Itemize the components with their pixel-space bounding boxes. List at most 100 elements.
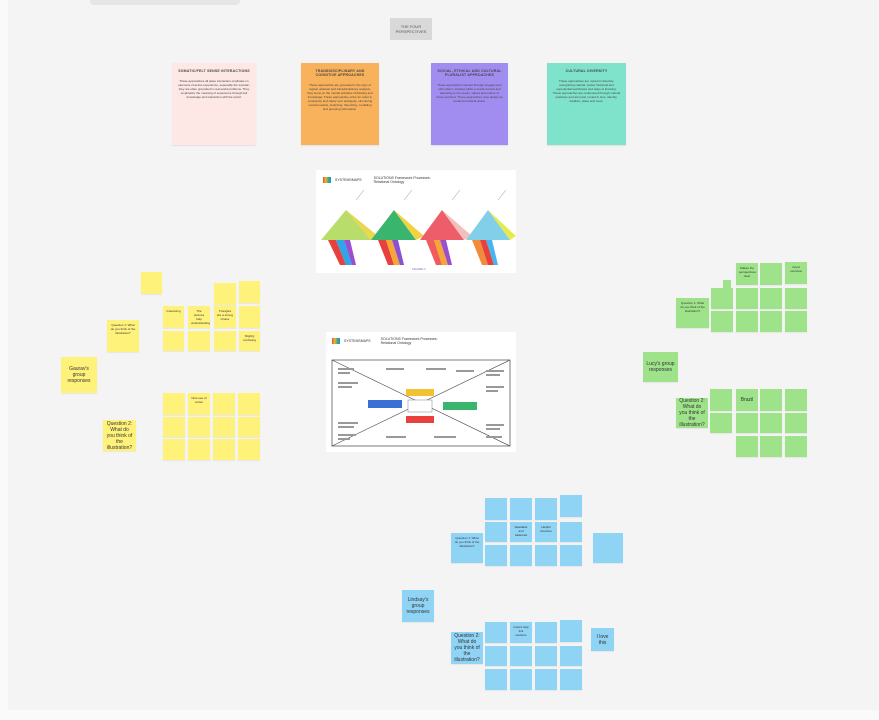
perspective-title: SOCIAL, ETHICAL AND CULTURAL PLURALIST A… — [437, 69, 502, 77]
sticky-note[interactable] — [785, 413, 807, 433]
sticky-note[interactable] — [560, 522, 582, 542]
sticky-note[interactable] — [535, 545, 557, 566]
board-title[interactable]: THE FOUR PERSPECTIVES — [390, 18, 432, 40]
sticky-note[interactable] — [238, 417, 260, 437]
pyramids-illustration — [321, 189, 516, 265]
sticky-note[interactable]: Good overview — [785, 262, 807, 284]
sticky-note[interactable] — [141, 272, 162, 294]
sticky-note[interactable] — [163, 439, 185, 460]
sticky-note[interactable] — [560, 669, 582, 690]
sticky-note[interactable] — [510, 669, 532, 690]
perspective-card-somatic[interactable]: SOMATIC/FELT SENSE INTERACTIONS These ap… — [172, 63, 256, 145]
sticky-note[interactable] — [723, 280, 731, 288]
sticky-note[interactable]: Colors help link sections — [510, 622, 532, 643]
sticky-note[interactable] — [736, 288, 758, 309]
sticky-note[interactable] — [711, 311, 733, 332]
sticky-note[interactable] — [760, 413, 782, 433]
infographic-caption: FIGURE 1 — [412, 267, 426, 271]
sticky-note[interactable] — [163, 331, 184, 351]
question-2-note[interactable]: Question 2: What do you think of the ill… — [103, 420, 136, 451]
sticky-note[interactable]: The pictures help understanding — [188, 306, 210, 328]
perspective-card-cultural[interactable]: CULTURAL DIVERSITY These approaches are … — [547, 63, 626, 145]
sticky-note[interactable] — [485, 545, 507, 566]
sticky-note[interactable] — [239, 306, 260, 328]
sticky-note[interactable]: Helpful structure — [535, 522, 557, 542]
sticky-note[interactable] — [214, 331, 236, 351]
infographic-pyramids[interactable]: SYSTEMSMAPS SOLUTIONS Framework Processe… — [316, 170, 516, 273]
sticky-note[interactable] — [213, 439, 235, 460]
group-label-lucy[interactable]: Lucy's group responses — [643, 352, 678, 382]
sticky-note[interactable] — [785, 288, 807, 309]
sticky-note[interactable] — [710, 413, 732, 433]
sticky-note[interactable] — [560, 545, 582, 566]
sticky-note[interactable] — [760, 389, 782, 411]
perspective-card-transdisciplinary[interactable]: TRANSDISCIPLINARY AND COGNITIVE APPROACH… — [301, 63, 379, 145]
sticky-note[interactable] — [485, 669, 507, 690]
top-toolbar-stub — [90, 0, 240, 5]
sticky-note[interactable] — [485, 622, 507, 643]
sticky-note[interactable] — [785, 389, 807, 411]
sticky-note[interactable] — [593, 533, 623, 563]
sticky-note[interactable]: Triangles are a strong choice — [214, 306, 236, 328]
question-2-note[interactable]: Question 2: What do you think of the ill… — [676, 398, 708, 428]
pyramid-2 — [371, 210, 424, 265]
question-2-note[interactable]: Question 2: What do you think of the ill… — [451, 632, 483, 664]
sticky-note[interactable] — [560, 620, 582, 642]
sticky-note[interactable] — [535, 622, 557, 643]
question-1-note[interactable]: Question 1: What do you think of the ill… — [451, 533, 483, 563]
sticky-note[interactable] — [239, 281, 260, 303]
group-label-lindsay[interactable]: Lindsay's group responses — [402, 590, 434, 622]
sticky-note[interactable] — [213, 417, 235, 437]
sticky-note[interactable] — [736, 413, 758, 433]
sticky-note[interactable]: Makes the perspectives clear — [736, 263, 758, 285]
sticky-note[interactable] — [510, 545, 532, 566]
sticky-note[interactable] — [736, 311, 758, 332]
sticky-note[interactable] — [711, 288, 733, 309]
sticky-note[interactable] — [485, 646, 507, 666]
group-label-gaurav[interactable]: Gaurav's group responses — [61, 357, 97, 393]
sticky-note[interactable] — [214, 283, 236, 305]
sticky-note[interactable] — [736, 436, 758, 457]
framework-diagram — [331, 359, 511, 447]
sticky-note[interactable] — [238, 393, 260, 415]
sticky-note[interactable] — [710, 389, 732, 411]
sticky-note[interactable] — [238, 439, 260, 460]
sticky-note[interactable] — [510, 498, 532, 520]
perspective-card-social[interactable]: SOCIAL, ETHICAL AND CULTURAL PLURALIST A… — [431, 63, 508, 145]
sticky-note[interactable] — [510, 646, 532, 666]
sticky-note[interactable] — [760, 311, 782, 332]
perspective-title: SOMATIC/FELT SENSE INTERACTIONS — [178, 69, 250, 73]
sticky-note[interactable] — [535, 646, 557, 666]
pyramid-1 — [321, 210, 378, 265]
sticky-note[interactable] — [213, 393, 235, 415]
sticky-note[interactable] — [485, 522, 507, 542]
sticky-note[interactable] — [188, 417, 210, 437]
sticky-note[interactable] — [163, 417, 185, 437]
sticky-note[interactable] — [560, 646, 582, 666]
sticky-note[interactable]: Readable and balanced — [510, 522, 532, 542]
sticky-note[interactable] — [760, 263, 782, 285]
sticky-note[interactable] — [485, 498, 507, 520]
sticky-note[interactable] — [535, 498, 557, 520]
sticky-note-brazil[interactable]: Brazil — [736, 389, 758, 411]
sticky-note[interactable] — [535, 669, 557, 690]
sticky-note[interactable] — [188, 439, 210, 460]
sticky-note[interactable] — [760, 436, 782, 457]
sticky-note[interactable]: Interesting — [163, 306, 184, 328]
question-1-note[interactable]: Question 1: What do you think of the ill… — [107, 320, 139, 352]
sticky-note[interactable] — [188, 331, 210, 351]
sticky-note[interactable] — [560, 495, 582, 517]
sticky-note[interactable] — [163, 393, 185, 415]
sticky-note[interactable]: Nice use of colour — [188, 393, 210, 415]
sticky-note[interactable] — [760, 288, 782, 309]
sticky-note[interactable] — [785, 436, 807, 457]
sticky-note[interactable]: Slightly confusing — [239, 331, 260, 351]
sticky-note[interactable] — [785, 311, 807, 332]
infographic-framework[interactable]: SYSTEMSMAPS SOLUTIONS Framework Processe… — [326, 332, 516, 452]
perspective-title: CULTURAL DIVERSITY — [565, 69, 608, 73]
pyramid-4 — [466, 210, 516, 265]
perspective-body: These approaches are grounded in the rig… — [307, 83, 373, 111]
question-1-note[interactable]: Question 1: What do you think of the ill… — [676, 298, 709, 328]
whiteboard-canvas[interactable]: THE FOUR PERSPECTIVES SOMATIC/FELT SENSE… — [0, 0, 879, 720]
sticky-note-i-love-this[interactable]: I love this — [591, 628, 614, 651]
